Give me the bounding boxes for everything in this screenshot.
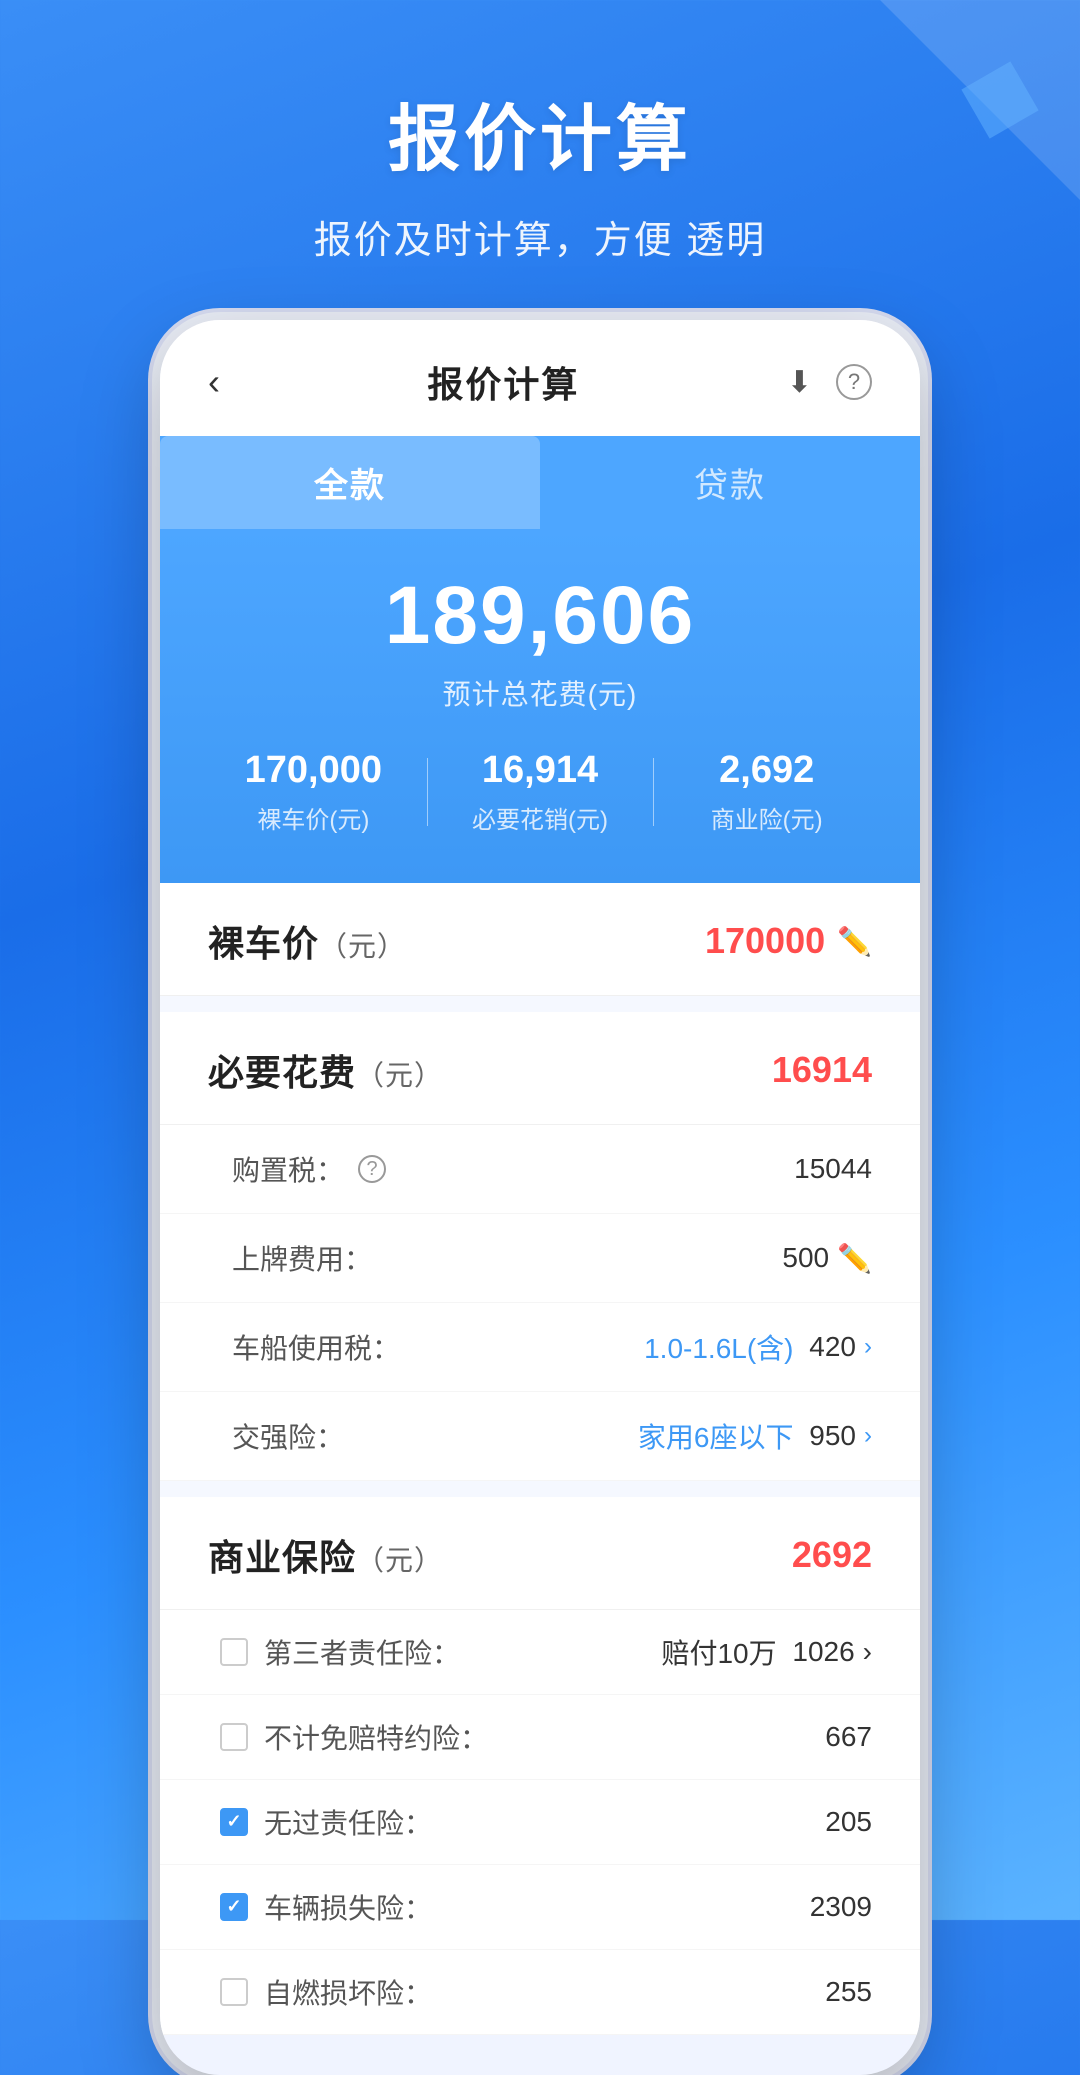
no-fault-label: 无过责任险： (220, 1802, 432, 1842)
page-subtitle: 报价及时计算，方便 透明 (40, 209, 1040, 264)
breakdown-necessary: 16,914 必要花销(元) (427, 749, 654, 835)
vehicle-damage-row: 车辆损失险： 2309 (160, 1865, 920, 1950)
spontaneous-combustion-checkbox[interactable] (220, 1978, 248, 2006)
summary-section: 189,606 预计总花费(元) 170,000 裸车价(元) 16,914 必… (160, 529, 920, 883)
content-area: 裸车价（元） 170000 ✏️ 必要花费（元） 16914 购置税： ? 15… (160, 883, 920, 2035)
purchase-tax-row: 购置税： ? 15044 (160, 1125, 920, 1214)
commercial-ins-section-header: 商业保险（元） 2692 (160, 1497, 920, 1610)
vessel-tax-label: 车船使用税： (232, 1327, 400, 1367)
summary-breakdown: 170,000 裸车价(元) 16,914 必要花销(元) 2,692 商业险(… (200, 749, 880, 835)
compulsory-ins-row: 交强险： 家用6座以下 950 › (160, 1392, 920, 1481)
third-party-option: 赔付10万 (661, 1632, 776, 1672)
vehicle-damage-value: 2309 (810, 1891, 872, 1923)
no-fault-row: 无过责任险： 205 (160, 1780, 920, 1865)
vehicle-damage-checkbox[interactable] (220, 1893, 248, 1921)
no-deductible-row: 不计免赔特约险： 667 (160, 1695, 920, 1780)
third-party-row: 第三者责任险： 赔付10万 1026 › (160, 1610, 920, 1695)
compulsory-ins-label: 交强险： (232, 1416, 344, 1456)
no-fault-value: 205 (825, 1806, 872, 1838)
commercial-ins-value: 2692 (792, 1534, 872, 1576)
vessel-tax-row: 车船使用税： 1.0-1.6L(含) 420 › (160, 1303, 920, 1392)
compulsory-ins-option: 家用6座以下 (638, 1416, 794, 1456)
total-amount: 189,606 (200, 569, 880, 663)
third-party-value[interactable]: 赔付10万 1026 › (661, 1632, 872, 1672)
phone-mockup: ‹ 报价计算 ⬇ ? 全款 贷款 189,606 预计总花费(元) 170,00… (160, 320, 920, 2075)
vessel-tax-option: 1.0-1.6L(含) (644, 1327, 793, 1367)
vehicle-damage-label: 车辆损失险： (220, 1887, 432, 1927)
phone-topbar: ‹ 报价计算 ⬇ ? (160, 320, 920, 436)
vessel-tax-value[interactable]: 1.0-1.6L(含) 420 › (644, 1327, 872, 1367)
vessel-tax-chevron: › (864, 1333, 872, 1361)
necessary-cost-title: 必要花费（元） (208, 1044, 443, 1096)
breakdown-necessary-label: 必要花销(元) (427, 800, 654, 835)
purchase-tax-value: 15044 (794, 1153, 872, 1185)
license-fee-label: 上牌费用： (232, 1238, 372, 1278)
third-party-label: 第三者责任险： (220, 1632, 460, 1672)
download-icon[interactable]: ⬇ (787, 365, 812, 400)
compulsory-ins-value[interactable]: 家用6座以下 950 › (638, 1416, 872, 1456)
divider-1 (160, 996, 920, 1012)
bare-car-value-container: 170000 ✏️ (705, 920, 872, 962)
bare-car-value: 170000 (705, 920, 825, 962)
breakdown-bare-car-value: 170,000 (200, 749, 427, 792)
back-button[interactable]: ‹ (208, 361, 220, 403)
tab-full-payment[interactable]: 全款 (160, 436, 540, 529)
spontaneous-combustion-label: 自燃损坏险： (220, 1972, 432, 2012)
license-fee-value: 500 ✏️ (782, 1242, 872, 1275)
page-title: 报价计算 (40, 80, 1040, 185)
total-label: 预计总花费(元) (200, 673, 880, 713)
spontaneous-combustion-row: 自燃损坏险： 255 (160, 1950, 920, 2035)
purchase-tax-label: 购置税： ? (232, 1149, 386, 1189)
necessary-cost-value: 16914 (772, 1049, 872, 1091)
tab-loan[interactable]: 贷款 (540, 436, 920, 529)
third-party-checkbox[interactable] (220, 1638, 248, 1666)
bare-car-section-header: 裸车价（元） 170000 ✏️ (160, 883, 920, 996)
breakdown-necessary-value: 16,914 (427, 749, 654, 792)
page-header: 报价计算 报价及时计算，方便 透明 (0, 0, 1080, 304)
license-fee-edit-icon[interactable]: ✏️ (837, 1242, 872, 1275)
commercial-ins-title: 商业保险（元） (208, 1529, 443, 1581)
help-icon[interactable]: ? (836, 364, 872, 400)
breakdown-bare-car: 170,000 裸车价(元) (200, 749, 427, 835)
bare-car-edit-icon[interactable]: ✏️ (837, 925, 872, 958)
bare-car-title: 裸车价（元） (208, 915, 406, 967)
divider-2 (160, 1481, 920, 1497)
no-fault-checkbox[interactable] (220, 1808, 248, 1836)
breakdown-bare-car-label: 裸车价(元) (200, 800, 427, 835)
no-deductible-checkbox[interactable] (220, 1723, 248, 1751)
third-party-chevron: › (863, 1636, 872, 1668)
necessary-cost-section-header: 必要花费（元） 16914 (160, 1012, 920, 1125)
tab-bar: 全款 贷款 (160, 436, 920, 529)
breakdown-insurance-value: 2,692 (653, 749, 880, 792)
spontaneous-combustion-value: 255 (825, 1976, 872, 2008)
compulsory-ins-chevron: › (864, 1422, 872, 1450)
no-deductible-label: 不计免赔特约险： (220, 1717, 488, 1757)
purchase-tax-help-icon[interactable]: ? (358, 1155, 386, 1183)
breakdown-insurance-label: 商业险(元) (653, 800, 880, 835)
no-deductible-value: 667 (825, 1721, 872, 1753)
topbar-title: 报价计算 (427, 356, 579, 408)
license-fee-row: 上牌费用： 500 ✏️ (160, 1214, 920, 1303)
breakdown-insurance: 2,692 商业险(元) (653, 749, 880, 835)
topbar-actions: ⬇ ? (787, 364, 872, 400)
